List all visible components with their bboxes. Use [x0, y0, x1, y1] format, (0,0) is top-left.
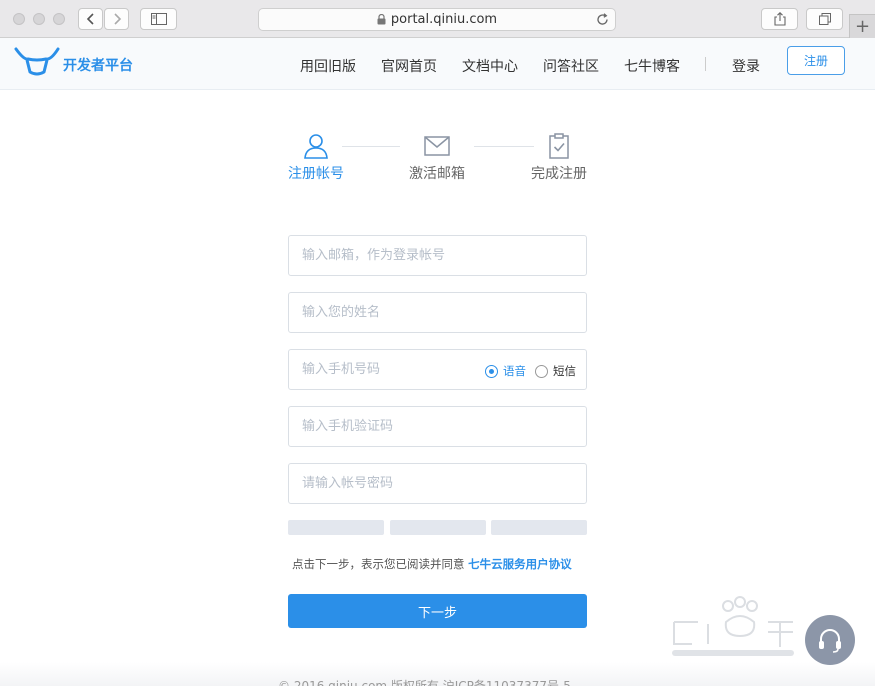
mail-icon: [424, 136, 450, 156]
step-complete: 完成注册: [519, 133, 599, 183]
password-strength-bar-medium: [390, 520, 486, 535]
step-activate: 激活邮箱: [397, 133, 477, 183]
nav-old-version[interactable]: 用回旧版: [300, 56, 356, 76]
next-step-button[interactable]: 下一步: [288, 594, 587, 628]
code-field: [288, 406, 587, 447]
baidu-jingyan-watermark: [672, 596, 794, 656]
url-text: portal.qiniu.com: [390, 12, 498, 27]
close-window-button[interactable]: [13, 13, 25, 25]
sms-radio[interactable]: 短信: [535, 363, 576, 379]
tabs-icon: [818, 13, 831, 25]
nav-blog[interactable]: 七牛博客: [624, 56, 680, 76]
nav-home[interactable]: 官网首页: [381, 56, 437, 76]
footer-copyright: © 2016 qiniu.com 版权所有 沪ICP备11037377号-5: [278, 679, 571, 686]
customer-service-button[interactable]: [805, 615, 855, 665]
agreement-prefix: 点击下一步，表示您已阅读并同意: [292, 557, 465, 571]
plus-icon: +: [854, 16, 871, 37]
voice-radio[interactable]: 语音: [485, 363, 526, 379]
email-input[interactable]: [289, 236, 586, 275]
password-field: [288, 463, 587, 504]
email-field: [288, 235, 587, 276]
site-header: 开发者平台 用回旧版 官网首页 文档中心 问答社区 七牛博客 登录 注册: [0, 38, 875, 90]
reload-icon[interactable]: [596, 13, 609, 26]
browser-toolbar: portal.qiniu.com +: [0, 0, 875, 38]
user-icon: [304, 134, 328, 159]
nav-qa[interactable]: 问答社区: [543, 56, 599, 76]
back-button[interactable]: [78, 8, 103, 30]
minimize-window-button[interactable]: [33, 13, 45, 25]
sms-radio-label: 短信: [553, 364, 576, 378]
radio-unchecked-icon: [535, 364, 548, 378]
signup-button[interactable]: 注册: [787, 46, 845, 75]
agreement-text: 点击下一步，表示您已阅读并同意 七牛云服务用户协议: [292, 556, 572, 572]
step-label: 完成注册: [531, 166, 587, 182]
password-strength-bar-strong: [491, 520, 587, 535]
user-agreement-link[interactable]: 七牛云服务用户协议: [468, 557, 572, 571]
step-label: 注册帐号: [288, 166, 344, 182]
qiniu-bull-logo[interactable]: [14, 46, 60, 76]
name-input[interactable]: [289, 293, 586, 332]
nav-docs[interactable]: 文档中心: [462, 56, 518, 76]
login-link[interactable]: 登录: [732, 56, 760, 76]
radio-checked-icon: [485, 364, 498, 378]
lock-icon: [377, 14, 386, 25]
tabs-overview-button[interactable]: [806, 8, 843, 30]
sidebar-icon: [150, 13, 167, 25]
share-button[interactable]: [761, 8, 798, 30]
chevron-right-icon: [113, 13, 121, 25]
chevron-left-icon: [86, 13, 94, 25]
clipboard-check-icon: [549, 133, 569, 159]
zoom-window-button[interactable]: [53, 13, 65, 25]
phone-field: 语音 短信: [288, 349, 587, 390]
nav-divider: [705, 57, 706, 71]
new-tab-button[interactable]: +: [849, 14, 875, 38]
step-label: 激活邮箱: [409, 166, 465, 182]
password-input[interactable]: [289, 464, 586, 503]
forward-button[interactable]: [104, 8, 129, 30]
verify-method-group: 语音 短信: [476, 363, 576, 379]
password-strength-bar-weak: [288, 520, 384, 535]
step-register: 注册帐号: [276, 133, 356, 183]
share-icon: [773, 12, 786, 26]
verification-code-input[interactable]: [289, 407, 586, 446]
headset-icon: [819, 629, 841, 653]
name-field: [288, 292, 587, 333]
sidebar-toggle-button[interactable]: [140, 8, 177, 30]
logo-text[interactable]: 开发者平台: [63, 55, 133, 75]
voice-radio-label: 语音: [503, 364, 526, 378]
address-bar[interactable]: portal.qiniu.com: [258, 8, 616, 31]
